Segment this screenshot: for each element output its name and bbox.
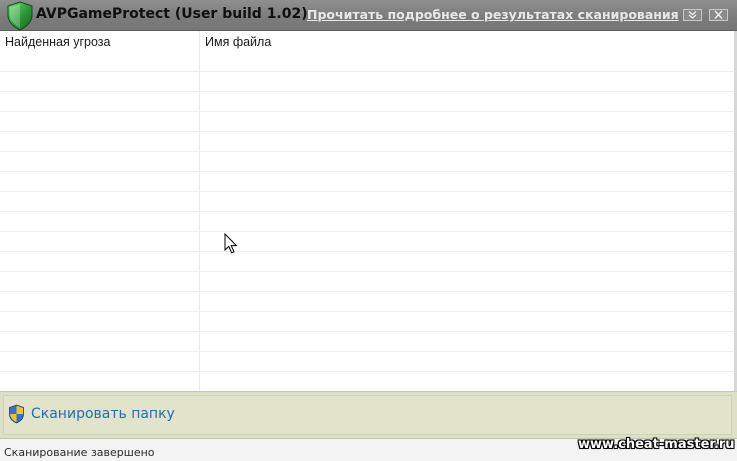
close-button[interactable] bbox=[709, 9, 728, 21]
table-row[interactable] bbox=[0, 172, 734, 192]
table-row[interactable] bbox=[0, 192, 734, 212]
table-row[interactable] bbox=[0, 152, 734, 172]
table-row[interactable] bbox=[0, 92, 734, 112]
column-header-threat[interactable]: Найденная угроза bbox=[5, 35, 110, 49]
table-header: Найденная угроза Имя файла bbox=[0, 31, 734, 72]
threats-table[interactable]: Найденная угроза Имя файла bbox=[0, 31, 737, 391]
app-window: AVPGameProtect (User build 1.02) Прочита… bbox=[0, 0, 737, 461]
mouse-cursor-icon bbox=[224, 233, 238, 254]
table-row[interactable] bbox=[0, 132, 734, 152]
scan-folder-label[interactable]: Сканировать папку bbox=[31, 406, 175, 422]
title-bar[interactable]: AVPGameProtect (User build 1.02) Прочита… bbox=[0, 0, 737, 31]
table-row[interactable] bbox=[0, 372, 734, 391]
table-row[interactable] bbox=[0, 72, 734, 92]
window-title: AVPGameProtect (User build 1.02) bbox=[36, 6, 308, 22]
table-row[interactable] bbox=[0, 252, 734, 272]
close-icon bbox=[714, 10, 723, 19]
table-row[interactable] bbox=[0, 272, 734, 292]
table-row[interactable] bbox=[0, 292, 734, 312]
table-row[interactable] bbox=[0, 312, 734, 332]
table-row[interactable] bbox=[0, 212, 734, 232]
double-chevron-down-icon bbox=[688, 11, 697, 19]
status-text: Сканирование завершено bbox=[4, 446, 155, 459]
table-row[interactable] bbox=[0, 232, 734, 252]
scan-details-link[interactable]: Прочитать подробнее о результатах сканир… bbox=[307, 7, 679, 22]
column-divider bbox=[199, 31, 200, 391]
collapse-button[interactable] bbox=[683, 9, 702, 21]
table-row[interactable] bbox=[0, 352, 734, 372]
watermark-text: www.cheat-master.ru bbox=[578, 437, 735, 452]
table-row[interactable] bbox=[0, 332, 734, 352]
table-row[interactable] bbox=[0, 112, 734, 132]
column-header-filename[interactable]: Имя файла bbox=[205, 35, 271, 49]
uac-shield-icon bbox=[9, 404, 24, 424]
green-shield-icon bbox=[7, 1, 33, 31]
